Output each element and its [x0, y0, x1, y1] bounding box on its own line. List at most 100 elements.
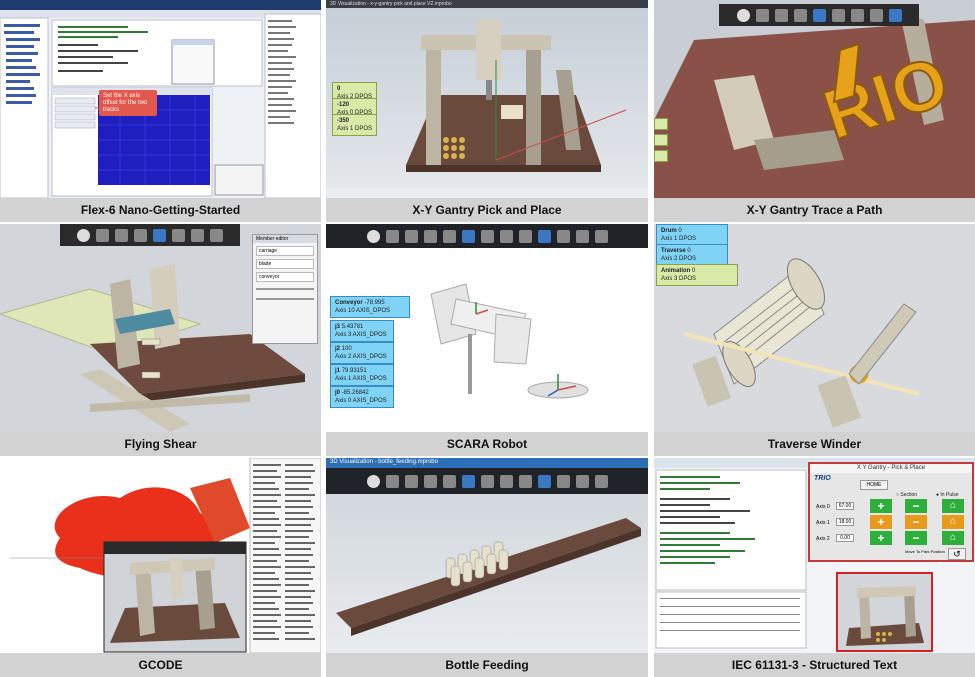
- axis-name: Axis 3 DPOS: [661, 276, 697, 282]
- member-editor-panel[interactable]: Member editor carriage blade conveyor: [252, 234, 318, 344]
- home-axis-icon[interactable]: ⌂: [942, 531, 964, 545]
- tile-winder[interactable]: Drum 0 Axis 1 DPOS Traverse 0 Axis 2 DPOS …: [654, 224, 975, 456]
- axis-value-field[interactable]: 18.00: [836, 518, 854, 526]
- panel-title: Member editor: [253, 235, 317, 243]
- axis-label-stub[interactable]: [654, 118, 668, 130]
- tile-xy-pick[interactable]: 3D Visualization - x-y-gantry pick and p…: [326, 0, 648, 222]
- jog-minus-button[interactable]: −: [905, 499, 927, 513]
- radio-label: Section: [900, 492, 918, 498]
- axis-value: 5.43781: [341, 324, 364, 330]
- tile-shear[interactable]: Member editor carriage blade conveyor Fl…: [0, 224, 321, 456]
- axis-name: Axis 0 AXIS_DPOS: [335, 398, 387, 404]
- axis-value: -78.995: [364, 300, 385, 306]
- axis-label: Axis 0: [816, 504, 830, 510]
- tile-caption: GCODE: [0, 653, 321, 677]
- home-axis-icon[interactable]: ⌂: [942, 515, 964, 529]
- axis-name: Axis 1 AXIS_DPOS: [335, 376, 387, 382]
- axis-value: -85.26842: [341, 390, 369, 396]
- axis-value-field[interactable]: 67.00: [836, 502, 854, 510]
- axis-label: Axis 1: [816, 520, 830, 526]
- tile-flex6[interactable]: Set the X axis offset for the two tracks…: [0, 0, 321, 222]
- axis-label-2[interactable]: -350 Axis 1 DPOS: [332, 114, 378, 136]
- jog-plus-button[interactable]: +: [870, 515, 892, 529]
- tile-caption: Traverse Winder: [654, 432, 975, 456]
- axis-key: j1: [335, 368, 341, 374]
- axis-value: -350: [337, 118, 350, 124]
- tile-caption: Flex-6 Nano-Getting-Started: [0, 198, 321, 222]
- axis-value: 79.93151: [341, 368, 367, 374]
- axis-name: Axis 10 AXIS_DPOS: [335, 308, 391, 314]
- hmi-radio-section[interactable]: ○ Section: [896, 492, 917, 498]
- axis-key: Conveyor: [335, 300, 363, 306]
- tile-caption: Bottle Feeding: [326, 653, 648, 677]
- axis-label-j0[interactable]: j0 -85.26842 Axis 0 AXIS_DPOS: [330, 386, 394, 408]
- hmi-title: X Y Gantry - Pick & Place: [810, 464, 972, 473]
- axis-value-field[interactable]: 0.00: [836, 534, 854, 542]
- panel-slider[interactable]: [256, 288, 314, 290]
- jog-minus-button[interactable]: −: [905, 515, 927, 529]
- jog-plus-button[interactable]: +: [870, 531, 892, 545]
- hmi-radio-pulse[interactable]: ● In Pulse: [936, 492, 959, 498]
- axis-label: Axis 2: [816, 536, 830, 542]
- tile-iec[interactable]: X Y Gantry - Pick & Place TRIO HOME ○ Se…: [654, 458, 975, 677]
- axis-name: Axis 1 DPOS: [661, 236, 697, 242]
- xy-pick-title: 3D Visualization - x-y-gantry pick and p…: [330, 1, 452, 7]
- viewer-toolbar[interactable]: [326, 224, 648, 248]
- flex6-screenshot: [0, 0, 321, 199]
- member-item[interactable]: conveyor: [256, 272, 314, 282]
- home-axis-icon[interactable]: ⌂: [942, 499, 964, 513]
- axis-label-stub[interactable]: [654, 134, 668, 146]
- jog-minus-button[interactable]: −: [905, 531, 927, 545]
- jog-plus-button[interactable]: +: [870, 499, 892, 513]
- hmi-panel[interactable]: X Y Gantry - Pick & Place TRIO HOME ○ Se…: [808, 462, 974, 562]
- tile-caption: IEC 61131-3 - Structured Text: [654, 653, 975, 677]
- tile-gcode[interactable]: GCODE: [0, 458, 321, 677]
- axis-key: Traverse: [661, 248, 686, 254]
- axis-label-traverse[interactable]: Traverse 0 Axis 2 DPOS: [656, 244, 728, 266]
- axis-name: Axis 3 AXIS_DPOS: [335, 332, 387, 338]
- tile-caption: X-Y Gantry Trace a Path: [654, 198, 975, 222]
- park-label: Move To Park Position: [905, 549, 945, 554]
- axis-key: Animation: [661, 268, 691, 274]
- xy-trace-scene: RIO: [654, 0, 975, 198]
- axis-value: -120: [337, 102, 350, 108]
- axis-value: 0: [687, 248, 691, 254]
- axis-key: Drum: [661, 228, 677, 234]
- hmi-home-button[interactable]: HOME: [860, 480, 888, 490]
- axis-name: Axis 1 DPOS: [337, 126, 373, 132]
- bottle-title: 3D Visualization - bottle_feeding.mprobo: [330, 459, 438, 465]
- axis-label-j2[interactable]: j2 100 Axis 2 AXIS_DPOS: [330, 342, 394, 364]
- viewer-toolbar[interactable]: [326, 468, 648, 494]
- radio-label: In Pulse: [940, 492, 959, 498]
- example-gallery: Set the X axis offset for the two tracks…: [0, 0, 975, 677]
- flex6-tooltip: Set the X axis offset for the two tracks: [99, 90, 157, 116]
- axis-name: Axis 2 AXIS_DPOS: [335, 354, 387, 360]
- axis-label-stub[interactable]: [654, 150, 668, 162]
- tile-bottle[interactable]: 3D Visualization - bottle_feeding.mprobo…: [326, 458, 648, 677]
- axis-label-j1[interactable]: j1 79.93151 Axis 1 AXIS_DPOS: [330, 364, 394, 386]
- tile-scara[interactable]: Conveyor -78.995 Axis 10 AXIS_DPOS j3 5.4…: [326, 224, 648, 456]
- tile-caption: SCARA Robot: [326, 432, 648, 456]
- axis-key: j2: [335, 346, 341, 352]
- tile-xy-trace[interactable]: RIO X-Y Gantry Trace a Path: [654, 0, 975, 222]
- park-reset-icon[interactable]: ↺: [948, 548, 966, 560]
- hmi-brand-logo: TRIO: [814, 475, 831, 482]
- axis-value: 100: [341, 346, 352, 352]
- panel-slider[interactable]: [256, 298, 314, 300]
- member-item[interactable]: blade: [256, 259, 314, 269]
- axis-key: j0: [335, 390, 341, 396]
- viewer-toolbar[interactable]: [60, 224, 240, 246]
- axis-value: 0: [337, 86, 341, 92]
- axis-value: 0: [678, 228, 682, 234]
- tile-caption: Flying Shear: [0, 432, 321, 456]
- viewer-toolbar[interactable]: [719, 4, 919, 26]
- axis-label-j3[interactable]: j3 5.43781 Axis 3 AXIS_DPOS: [330, 320, 394, 342]
- axis-label-animation[interactable]: Animation 0 Axis 3 DPOS: [656, 264, 738, 286]
- tile-caption: X-Y Gantry Pick and Place: [326, 198, 648, 222]
- axis-label-conveyor[interactable]: Conveyor -78.995 Axis 10 AXIS_DPOS: [330, 296, 410, 318]
- axis-value: 0: [692, 268, 696, 274]
- axis-label-drum[interactable]: Drum 0 Axis 1 DPOS: [656, 224, 728, 246]
- axis-key: j3: [335, 324, 341, 330]
- axis-name: Axis 2 DPOS: [661, 256, 697, 262]
- member-item[interactable]: carriage: [256, 246, 314, 256]
